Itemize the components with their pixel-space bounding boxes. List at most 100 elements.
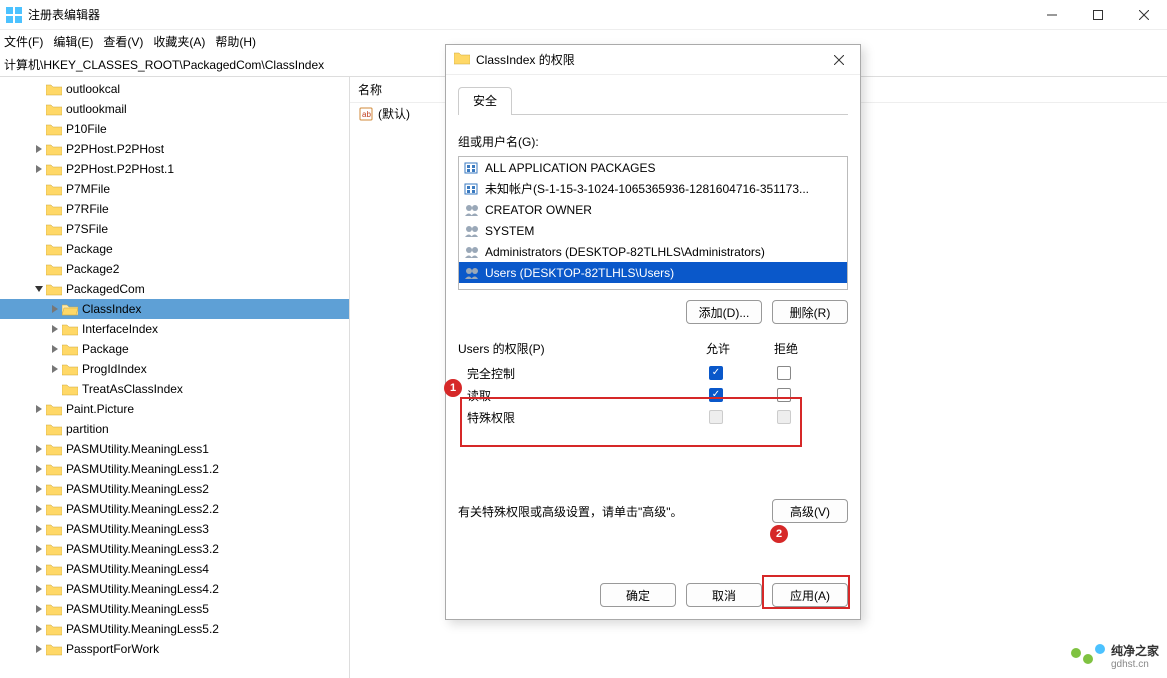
- tab-security[interactable]: 安全: [458, 87, 512, 115]
- dialog-titlebar[interactable]: ClassIndex 的权限: [446, 45, 860, 75]
- tree-item[interactable]: PackagedCom: [0, 279, 349, 299]
- apply-button[interactable]: 应用(A): [772, 583, 848, 607]
- chevron-right-icon[interactable]: [32, 162, 46, 176]
- user-row[interactable]: CREATOR OWNER: [459, 199, 847, 220]
- tree-item[interactable]: PASMUtility.MeaningLess2.2: [0, 499, 349, 519]
- column-name[interactable]: 名称: [358, 81, 458, 98]
- user-name: SYSTEM: [485, 224, 534, 238]
- tree-item-label: PASMUtility.MeaningLess1.2: [66, 462, 219, 476]
- tree-item[interactable]: P10File: [0, 119, 349, 139]
- tree-item-label: outlookmail: [66, 102, 127, 116]
- tree-item[interactable]: PASMUtility.MeaningLess1: [0, 439, 349, 459]
- chevron-down-icon[interactable]: [32, 282, 46, 296]
- tree-item[interactable]: Package: [0, 239, 349, 259]
- tree-item[interactable]: P7MFile: [0, 179, 349, 199]
- chevron-right-icon[interactable]: [32, 142, 46, 156]
- tree-item[interactable]: P7SFile: [0, 219, 349, 239]
- chevron-right-icon[interactable]: [32, 602, 46, 616]
- allow-checkbox[interactable]: [709, 388, 723, 402]
- chevron-right-icon[interactable]: [32, 582, 46, 596]
- tree-item-label: outlookcal: [66, 82, 120, 96]
- tree-item[interactable]: ProgIdIndex: [0, 359, 349, 379]
- tree-item[interactable]: P7RFile: [0, 199, 349, 219]
- chevron-right-icon[interactable]: [32, 502, 46, 516]
- user-row[interactable]: Users (DESKTOP-82TLHLS\Users): [459, 262, 847, 283]
- menu-help[interactable]: 帮助(H): [215, 33, 256, 50]
- tree-item[interactable]: P2PHost.P2PHost: [0, 139, 349, 159]
- tree-item[interactable]: PASMUtility.MeaningLess3: [0, 519, 349, 539]
- chevron-right-icon[interactable]: [32, 522, 46, 536]
- remove-button[interactable]: 删除(R): [772, 300, 848, 324]
- deny-checkbox[interactable]: [777, 388, 791, 402]
- tree-item[interactable]: PASMUtility.MeaningLess5.2: [0, 619, 349, 639]
- folder-icon: [46, 582, 62, 596]
- user-row[interactable]: SYSTEM: [459, 220, 847, 241]
- user-name: Users (DESKTOP-82TLHLS\Users): [485, 266, 674, 280]
- folder-icon: [46, 202, 62, 216]
- tree-item[interactable]: PASMUtility.MeaningLess3.2: [0, 539, 349, 559]
- tree-item[interactable]: Package2: [0, 259, 349, 279]
- tree-item-label: Package2: [66, 262, 119, 276]
- tree-item[interactable]: InterfaceIndex: [0, 319, 349, 339]
- folder-icon: [46, 482, 62, 496]
- deny-checkbox[interactable]: [777, 366, 791, 380]
- chevron-right-icon[interactable]: [32, 622, 46, 636]
- tree-item[interactable]: ClassIndex: [0, 299, 349, 319]
- chevron-right-icon[interactable]: [32, 462, 46, 476]
- menu-favorites[interactable]: 收藏夹(A): [153, 33, 205, 50]
- tree-item[interactable]: outlookmail: [0, 99, 349, 119]
- tree-item[interactable]: TreatAsClassIndex: [0, 379, 349, 399]
- tree-item[interactable]: PassportForWork: [0, 639, 349, 659]
- tree-item[interactable]: outlookcal: [0, 79, 349, 99]
- tree-item[interactable]: P2PHost.P2PHost.1: [0, 159, 349, 179]
- chevron-right-icon[interactable]: [32, 442, 46, 456]
- cancel-button[interactable]: 取消: [686, 583, 762, 607]
- advanced-button[interactable]: 高级(V): [772, 499, 848, 523]
- chevron-right-icon[interactable]: [48, 362, 62, 376]
- tree-item[interactable]: Package: [0, 339, 349, 359]
- users-listbox[interactable]: ALL APPLICATION PACKAGES未知帐户(S-1-15-3-10…: [458, 156, 848, 290]
- dialog-body: 安全 组或用户名(G): ALL APPLICATION PACKAGES未知帐…: [446, 75, 860, 535]
- tree-item[interactable]: PASMUtility.MeaningLess2: [0, 479, 349, 499]
- dialog-buttons: 确定 取消 应用(A): [600, 583, 848, 607]
- tab-content: 组或用户名(G): ALL APPLICATION PACKAGES未知帐户(S…: [458, 114, 848, 523]
- user-row[interactable]: 未知帐户(S-1-15-3-1024-1065365936-1281604716…: [459, 178, 847, 199]
- user-row[interactable]: Administrators (DESKTOP-82TLHLS\Administ…: [459, 241, 847, 262]
- menu-edit[interactable]: 编辑(E): [53, 33, 93, 50]
- user-row[interactable]: ALL APPLICATION PACKAGES: [459, 157, 847, 178]
- add-button[interactable]: 添加(D)...: [686, 300, 762, 324]
- close-button[interactable]: [1121, 0, 1167, 30]
- chevron-right-icon[interactable]: [32, 402, 46, 416]
- folder-icon: [46, 102, 62, 116]
- folder-icon: [46, 82, 62, 96]
- chevron-right-icon[interactable]: [48, 322, 62, 336]
- package-icon: [463, 160, 481, 176]
- tree-item[interactable]: PASMUtility.MeaningLess4: [0, 559, 349, 579]
- tree-item-label: PackagedCom: [66, 282, 145, 296]
- chevron-right-icon[interactable]: [32, 642, 46, 656]
- permissions-listbox[interactable]: 完全控制读取特殊权限: [458, 361, 848, 491]
- tree-item[interactable]: PASMUtility.MeaningLess1.2: [0, 459, 349, 479]
- tree-item[interactable]: partition: [0, 419, 349, 439]
- folder-icon: [62, 322, 78, 336]
- path-input[interactable]: 计算机\HKEY_CLASSES_ROOT\PackagedCom\ClassI…: [4, 56, 324, 73]
- maximize-button[interactable]: [1075, 0, 1121, 30]
- chevron-right-icon[interactable]: [32, 542, 46, 556]
- annotation-badge-2: 2: [770, 525, 788, 543]
- menu-view[interactable]: 查看(V): [103, 33, 143, 50]
- tree-item-label: PassportForWork: [66, 642, 159, 656]
- ok-button[interactable]: 确定: [600, 583, 676, 607]
- chevron-right-icon[interactable]: [32, 562, 46, 576]
- chevron-right-icon[interactable]: [48, 302, 62, 316]
- dialog-close-button[interactable]: [818, 45, 860, 75]
- menu-file[interactable]: 文件(F): [4, 33, 43, 50]
- tree-item[interactable]: PASMUtility.MeaningLess4.2: [0, 579, 349, 599]
- chevron-right-icon[interactable]: [48, 342, 62, 356]
- tree-item[interactable]: Paint.Picture: [0, 399, 349, 419]
- chevron-right-icon[interactable]: [32, 482, 46, 496]
- folder-icon: [46, 122, 62, 136]
- tree-panel[interactable]: outlookcaloutlookmailP10FileP2PHost.P2PH…: [0, 77, 350, 678]
- tree-item[interactable]: PASMUtility.MeaningLess5: [0, 599, 349, 619]
- minimize-button[interactable]: [1029, 0, 1075, 30]
- allow-checkbox[interactable]: [709, 366, 723, 380]
